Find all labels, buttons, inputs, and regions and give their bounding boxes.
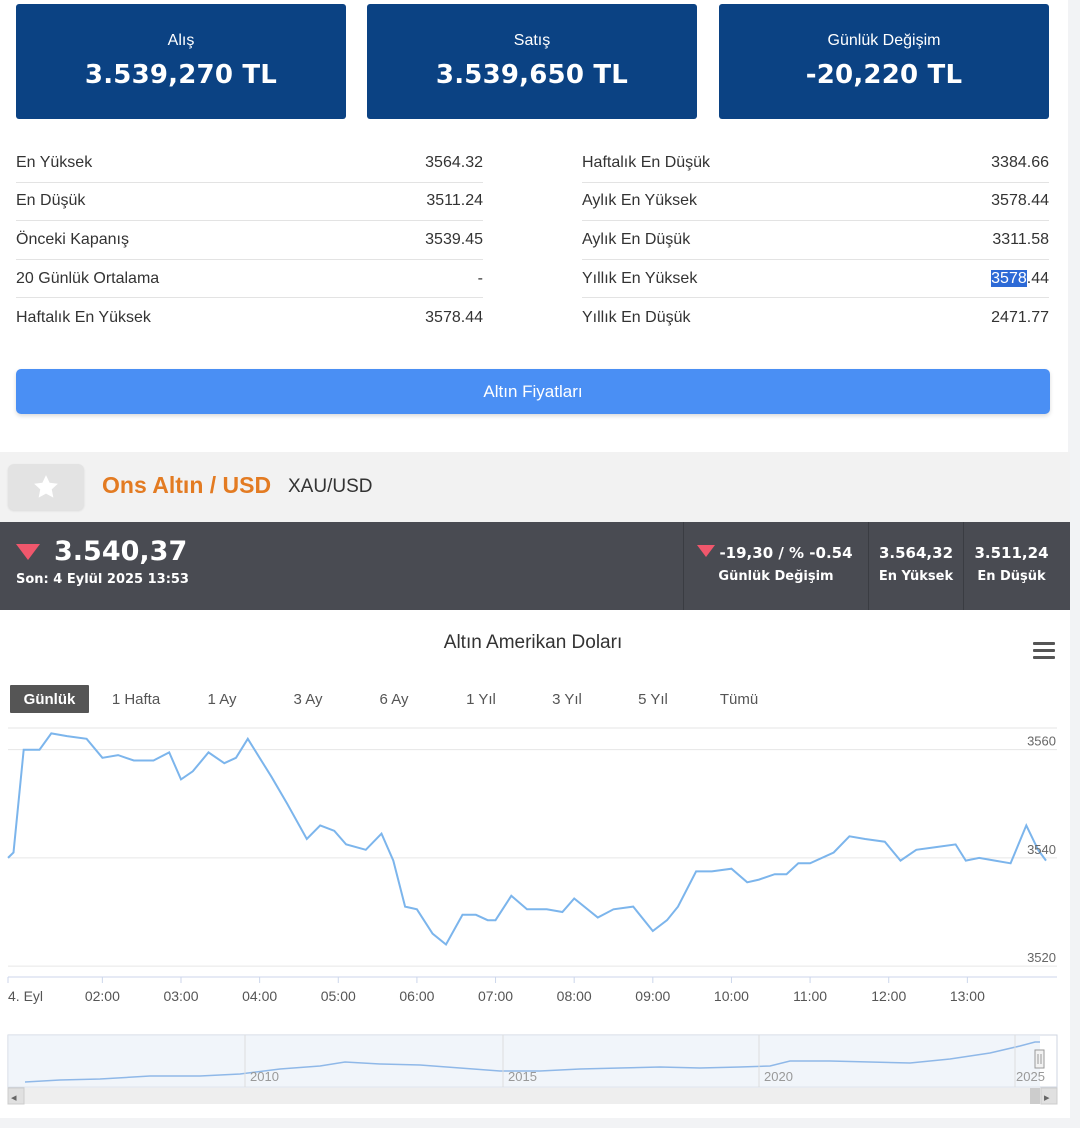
x-tick-label: 4. Eyl [8,988,43,1004]
stat-row-yearly-low: Yıllık En Düşük 2471.77 [582,298,1049,337]
high-cell: 3.564,32 En Yüksek [868,522,963,610]
gold-prices-button[interactable]: Altın Fiyatları [16,369,1050,414]
daily-change-value: -20,220 TL [805,60,963,90]
chart-navigator[interactable]: 2010 2015 2020 2025 [7,1034,1058,1088]
sell-price-box: Satış 3.539,650 TL [367,4,697,119]
stat-value: 3578.44 [991,192,1049,210]
high-value: 3.564,32 [878,544,954,562]
daily-change-box: Günlük Değişim -20,220 TL [719,4,1049,119]
daily-change-label: Günlük Değişim [827,32,941,49]
instrument-title: Ons Altın / USD [102,472,272,498]
scroll-left-icon: ◂ [11,1092,17,1104]
x-tick-label: 05:00 [321,988,356,1004]
stat-value: 3384.66 [991,153,1049,171]
buy-value: 3.539,270 TL [84,60,278,90]
stat-value: 3511.24 [426,192,483,210]
x-tick-label: 11:00 [793,988,827,1004]
stat-value: 3578.44 [991,269,1049,288]
stat-row-prev-close: Önceki Kapanış 3539.45 [16,221,483,260]
sell-label: Satış [513,32,551,49]
price-series-line [7,732,1047,947]
navigator-year-2025: 2025 [1016,1069,1045,1084]
stat-label: Yıllık En Düşük [582,308,691,326]
navigator-year-2020: 2020 [764,1069,793,1084]
selected-text: 3578 [991,269,1027,287]
x-tick-label: 04:00 [242,988,277,1004]
scroll-right-icon: ▸ [1044,1092,1050,1104]
buy-price-box: Alış 3.539,270 TL [16,4,346,119]
navigator-year-2015: 2015 [508,1069,537,1084]
x-tick-label: 09:00 [635,988,670,1004]
low-cell: 3.511,24 En Düşük [963,522,1059,610]
high-label: En Yüksek [878,569,954,584]
daily-change-cell: -19,30 / % -0.54 Günlük Değişim [683,522,868,610]
navigator-handle[interactable] [1034,1049,1045,1069]
favorite-button[interactable] [8,464,84,510]
instrument-symbol: XAU/USD [288,476,373,497]
x-tick-label: 12:00 [871,988,906,1004]
x-tick-label: 02:00 [85,988,120,1004]
quote-bar: 3.540,37 Son: 4 Eylül 2025 13:53 -19,30 … [0,522,1070,610]
change-label: Günlük Değişim [718,569,834,584]
navigator-scrollbar[interactable]: ◂ ▸ [7,1087,1058,1105]
stat-row-yearly-high: Yıllık En Yüksek 3578.44 [582,260,1049,299]
stats-left: En Yüksek 3564.32 En Düşük 3511.24 Öncek… [16,144,483,337]
y-tick-label: 3560 [1027,734,1056,749]
stat-value-rest: .44 [1026,269,1049,287]
chart-container: Altın Amerikan Doları Günlük 1 Hafta 1 A… [0,610,1070,1118]
stat-label: Haftalık En Düşük [582,153,711,171]
stat-label: Haftalık En Yüksek [16,308,151,326]
stat-label: Aylık En Düşük [582,230,691,248]
x-tick-label: 06:00 [399,988,434,1004]
stat-label: Yıllık En Yüksek [582,269,698,287]
last-update: Son: 4 Eylül 2025 13:53 [16,572,189,587]
y-tick-label: 3540 [1027,842,1056,857]
stat-value: - [477,269,483,287]
x-tick-label: 10:00 [714,988,749,1004]
scrollbar-thumb[interactable] [1030,1088,1040,1104]
stat-label: Önceki Kapanış [16,230,129,248]
stat-row-high: En Yüksek 3564.32 [16,144,483,183]
stat-row-weekly-low: Haftalık En Düşük 3384.66 [582,144,1049,183]
stat-row-weekly-high: Haftalık En Yüksek 3578.44 [16,298,483,337]
x-tick-label: 03:00 [163,988,198,1004]
stat-value: 3539.45 [425,230,483,248]
buy-label: Alış [167,32,195,49]
price-line-chart[interactable]: 3560 3540 3520 4. Eyl 02:00 03:00 04:00 05:00 0… [0,610,1070,1118]
y-tick-label: 3520 [1027,950,1056,965]
stat-row-20day-avg: 20 Günlük Ortalama - [16,260,483,299]
down-arrow-icon [16,544,40,560]
gold-price-panel: Alış 3.539,270 TL Satış 3.539,650 TL Gün… [0,0,1068,452]
scrollbar-track [8,1088,1057,1104]
star-icon [34,475,58,498]
stat-value: 3311.58 [992,230,1049,248]
stat-value: 3564.32 [425,153,483,171]
instrument-header: Ons Altın / USD XAU/USD [0,452,1070,522]
stat-row-monthly-low: Aylık En Düşük 3311.58 [582,221,1049,260]
stat-value: 2471.77 [991,308,1049,326]
current-price: 3.540,37 [54,536,188,567]
navigator-year-2010: 2010 [250,1069,279,1084]
low-value: 3.511,24 [974,544,1049,562]
stat-row-low: En Düşük 3511.24 [16,183,483,222]
low-label: En Düşük [977,569,1046,584]
x-tick-label: 07:00 [478,988,513,1004]
stat-label: En Düşük [16,192,86,210]
stat-label: 20 Günlük Ortalama [16,269,160,287]
x-tick-label: 08:00 [557,988,592,1004]
x-tick-label: 13:00 [950,988,985,1004]
stat-label: En Yüksek [16,153,93,171]
stat-value: 3578.44 [425,308,483,326]
stat-row-monthly-high: Aylık En Yüksek 3578.44 [582,183,1049,222]
down-arrow-icon [697,545,715,557]
stat-label: Aylık En Yüksek [582,192,698,210]
stats-right: Haftalık En Düşük 3384.66 Aylık En Yükse… [582,144,1049,337]
sell-value: 3.539,650 TL [435,60,629,90]
